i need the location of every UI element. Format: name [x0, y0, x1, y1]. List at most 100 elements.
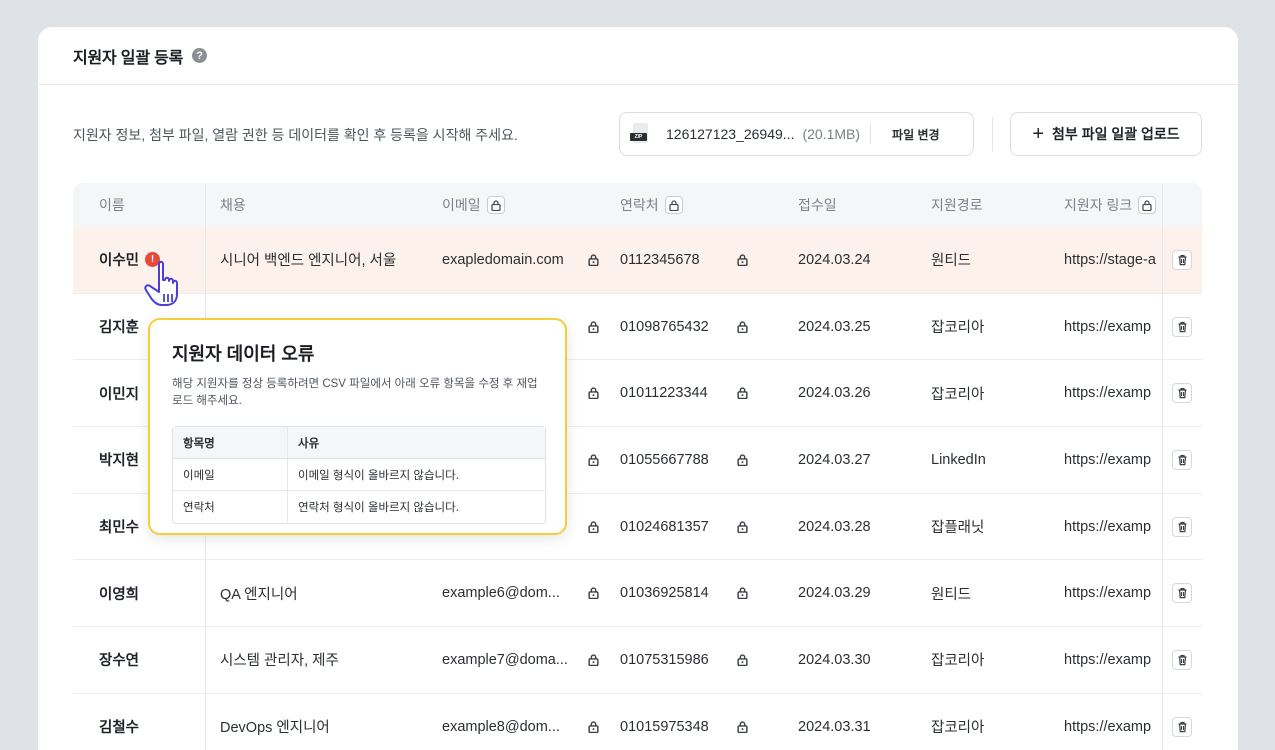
- lock-icon[interactable]: [486, 196, 505, 214]
- col-header-date[interactable]: 접수일: [798, 183, 837, 227]
- error-reason: 이메일 형식이 올바르지 않습니다.: [288, 459, 545, 491]
- lock-icon[interactable]: [1138, 196, 1157, 214]
- col-header-name[interactable]: 이름: [99, 183, 125, 227]
- applicant-link[interactable]: https://examp: [1064, 494, 1162, 560]
- sticky-column-divider: [1162, 183, 1163, 750]
- applicant-phone: 01098765432: [620, 294, 748, 360]
- applicant-date: 2024.03.28: [798, 518, 871, 535]
- error-field: 연락처: [173, 491, 288, 523]
- lock-icon[interactable]: [588, 387, 599, 400]
- trash-icon[interactable]: [1172, 250, 1192, 270]
- error-col-reason: 사유: [288, 427, 545, 459]
- applicant-date: 2024.03.29: [798, 585, 871, 602]
- table-row[interactable]: 김철수 DevOps 엔지니어 example8@dom... 01015975…: [73, 693, 1202, 750]
- error-row: 이메일 이메일 형식이 올바르지 않습니다.: [173, 459, 545, 491]
- applicant-date: 2024.03.24: [798, 251, 871, 268]
- col-header-job[interactable]: 채용: [220, 183, 246, 227]
- file-size: (20.1MB): [802, 126, 861, 142]
- applicant-source: 잡플래닛: [931, 520, 985, 537]
- applicant-link[interactable]: https://examp: [1064, 294, 1162, 360]
- col-header-email[interactable]: 이메일: [442, 183, 505, 227]
- trash-icon[interactable]: [1172, 716, 1192, 737]
- lock-icon[interactable]: [588, 520, 599, 533]
- upload-button-label: 첨부 파일 일괄 업로드: [1052, 126, 1180, 142]
- trash-icon[interactable]: [1172, 383, 1192, 404]
- trash-icon[interactable]: [1172, 316, 1192, 337]
- lock-icon[interactable]: [737, 721, 748, 733]
- applicant-email: example6@dom...: [442, 560, 599, 626]
- table-row[interactable]: 이수민 ! 시니어 백엔드 엔지니어, 서울 exapledomain.com …: [73, 227, 1202, 294]
- lock-icon[interactable]: [737, 320, 748, 333]
- lock-icon[interactable]: [588, 721, 599, 733]
- chip-divider: [870, 124, 872, 144]
- col-header-phone[interactable]: 연락처: [620, 183, 683, 227]
- applicant-phone: 01015975348: [620, 694, 748, 750]
- applicant-phone: 01075315986: [620, 627, 748, 693]
- applicant-name: 김지훈: [99, 320, 140, 337]
- zip-file-icon: ZIP: [630, 123, 650, 145]
- toolbar-divider: [992, 117, 993, 151]
- lock-icon[interactable]: [737, 387, 748, 400]
- applicant-job: 시니어 백엔드 엔지니어, 서울: [220, 253, 397, 270]
- file-name: 126127123_26949...: [666, 126, 795, 142]
- lock-icon[interactable]: [737, 254, 748, 266]
- col-header-source[interactable]: 지원경로: [931, 183, 983, 227]
- applicant-name: 최민수: [99, 520, 140, 537]
- applicant-phone: 0112345678: [620, 227, 748, 293]
- applicant-phone: 01024681357: [620, 494, 748, 560]
- applicant-source: 원티드: [931, 253, 972, 270]
- tooltip-title: 지원자 데이터 오류: [172, 344, 315, 364]
- applicant-source: 잡코리아: [931, 653, 985, 670]
- lock-icon[interactable]: [588, 254, 599, 266]
- trash-icon[interactable]: [1172, 650, 1192, 671]
- error-detail-table: 항목명 사유 이메일 이메일 형식이 올바르지 않습니다. 연락처 연락처 형식…: [172, 426, 546, 524]
- applicant-link[interactable]: https://examp: [1064, 627, 1162, 693]
- applicant-name: 장수연: [99, 653, 140, 670]
- applicant-link[interactable]: https://examp: [1064, 360, 1162, 426]
- lock-icon[interactable]: [588, 454, 599, 466]
- applicant-date: 2024.03.25: [798, 318, 871, 335]
- lock-icon[interactable]: [664, 196, 683, 214]
- applicant-link[interactable]: https://stage-a: [1064, 227, 1162, 293]
- applicant-source: 잡코리아: [931, 320, 985, 337]
- applicant-name: 김철수: [99, 720, 140, 737]
- applicant-link[interactable]: https://examp: [1064, 694, 1162, 750]
- change-file-button[interactable]: 파일 변경: [892, 126, 940, 143]
- trash-icon[interactable]: [1172, 450, 1192, 471]
- table-row[interactable]: 이영희 QA 엔지니어 example6@dom... 01036925814 …: [73, 560, 1202, 628]
- help-icon[interactable]: ?: [192, 48, 208, 63]
- error-col-field: 항목명: [173, 427, 288, 459]
- applicant-email: exapledomain.com: [442, 227, 599, 293]
- error-reason: 연락처 형식이 올바르지 않습니다.: [298, 502, 459, 514]
- lock-icon[interactable]: [588, 654, 599, 666]
- lock-icon[interactable]: [737, 587, 748, 600]
- lock-icon[interactable]: [737, 654, 748, 666]
- applicant-email: example8@dom...: [442, 694, 599, 750]
- applicant-date: 2024.03.27: [798, 451, 871, 468]
- error-row: 연락처 연락처 형식이 올바르지 않습니다.: [173, 491, 545, 523]
- applicant-name: 이영희: [99, 586, 140, 603]
- col-header-link[interactable]: 지원자 링크: [1064, 183, 1157, 227]
- table-row[interactable]: 장수연 시스템 관리자, 제주 example7@doma... 0107531…: [73, 627, 1202, 694]
- bulk-upload-attachments-button[interactable]: + 첨부 파일 일괄 업로드: [1010, 112, 1202, 156]
- lock-icon[interactable]: [588, 587, 599, 600]
- trash-icon[interactable]: [1172, 583, 1192, 604]
- card-header: 지원자 일괄 등록 ?: [38, 27, 1238, 85]
- lock-icon[interactable]: [588, 320, 599, 333]
- applicant-date: 2024.03.30: [798, 651, 871, 668]
- applicant-phone: 01055667788: [620, 427, 748, 493]
- applicant-name: 이민지: [99, 386, 140, 403]
- applicant-source: LinkedIn: [931, 451, 986, 468]
- applicant-job: 시스템 관리자, 제주: [220, 653, 339, 670]
- error-tooltip: 지원자 데이터 오류 해당 지원자를 정상 등록하려면 CSV 파일에서 아래 …: [148, 318, 567, 535]
- applicant-link[interactable]: https://examp: [1064, 427, 1162, 493]
- applicant-job: QA 엔지니어: [220, 586, 298, 603]
- applicant-link[interactable]: https://examp: [1064, 560, 1162, 626]
- lock-icon[interactable]: [737, 520, 748, 533]
- lock-icon[interactable]: [737, 454, 748, 466]
- applicant-email: example7@doma...: [442, 627, 599, 693]
- attached-file-chip: ZIP 126127123_26949... (20.1MB) 파일 변경: [619, 112, 974, 156]
- trash-icon[interactable]: [1172, 516, 1192, 537]
- error-field: 이메일: [173, 459, 288, 491]
- applicant-source: 잡코리아: [931, 720, 985, 737]
